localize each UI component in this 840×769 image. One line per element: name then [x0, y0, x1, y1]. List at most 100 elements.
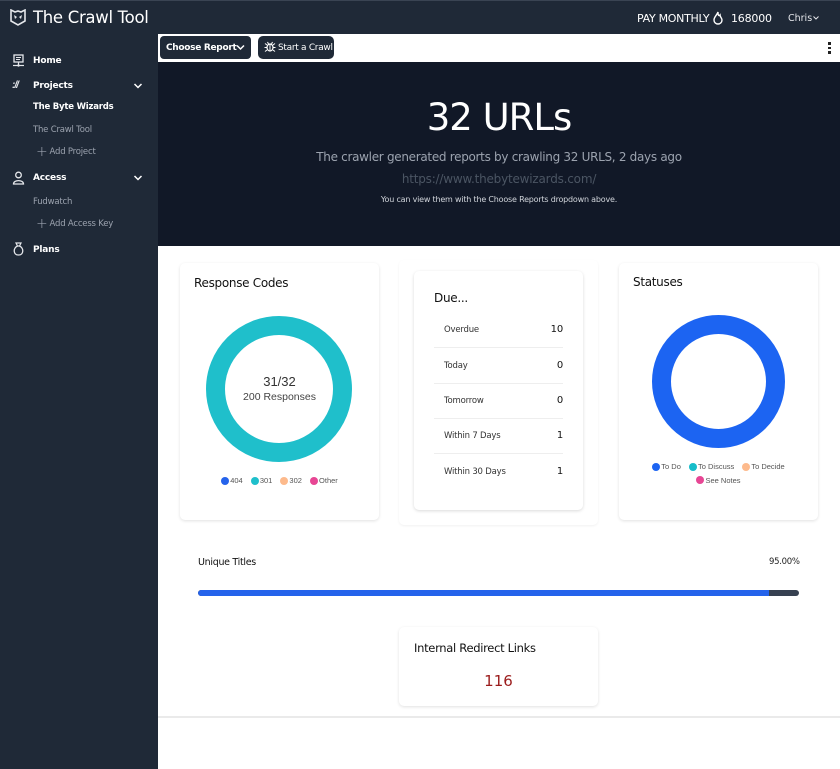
crawl-summary-hero: 32 URLs The crawler generated reports by…: [158, 62, 840, 246]
url-count-title: 32 URLs: [426, 96, 573, 139]
bug-icon: [264, 41, 276, 52]
unique-titles-percent: 95.00%: [769, 557, 800, 567]
crawl-summary-text: The crawler generated reports by crawlin…: [316, 150, 682, 164]
legend-dot: [250, 476, 259, 485]
due-value: 10: [550, 324, 564, 335]
sidebar-item-home[interactable]: Home: [0, 51, 158, 71]
monitor-network-icon: [13, 54, 24, 67]
response-codes-legend: 404 301 302 Other: [180, 476, 379, 487]
due-value: 1: [556, 430, 563, 441]
due-card: Due... Overdue 10 Today 0 Tomorrow 0 Within…: [414, 271, 583, 510]
internal-redirects-count[interactable]: 116: [399, 672, 598, 690]
chevron-down-icon: [236, 44, 245, 51]
response-codes-card: Response Codes 31/32 200 Responses 404 3…: [180, 263, 379, 520]
top-bar: The Crawl Tool PAY MONTHLY 168000 Chris: [0, 0, 840, 34]
legend-item[interactable]: Other: [310, 476, 338, 485]
sidebar-access-fudwatch[interactable]: Fudwatch: [33, 197, 72, 207]
sidebar-item-label: Access: [33, 173, 67, 183]
due-row: Today 0: [434, 349, 563, 384]
choose-report-label: Choose Report: [166, 42, 237, 53]
card-title: Due...: [434, 291, 468, 305]
start-crawl-label: Start a Crawl: [278, 42, 333, 53]
start-crawl-button[interactable]: Start a Crawl: [258, 36, 334, 59]
legend-dot: [310, 476, 319, 485]
sidebar-project-the-byte-wizards[interactable]: The Byte Wizards: [33, 102, 114, 112]
legend-item[interactable]: 302: [280, 476, 302, 485]
toolbar: Choose Report Start a Crawl: [158, 34, 840, 62]
legend-item[interactable]: See Notes: [696, 475, 741, 485]
legend-label: To Do: [661, 462, 681, 471]
response-codes-donut-chart: [206, 316, 352, 462]
add-access-key-button[interactable]: + Add Access Key: [36, 216, 114, 232]
due-label: Overdue: [444, 325, 479, 335]
legend-item[interactable]: 301: [250, 476, 273, 485]
user-menu[interactable]: Chris: [788, 13, 812, 24]
add-access-key-label: Add Access Key: [49, 219, 114, 229]
chevron-down-icon[interactable]: [133, 174, 143, 182]
card-title: Response Codes: [194, 276, 289, 290]
legend-dot: [688, 462, 697, 471]
unique-titles-progress-bar: [198, 590, 799, 596]
legend-label: See Notes: [705, 475, 741, 485]
legend-label: Other: [319, 476, 338, 485]
due-value: 0: [556, 395, 563, 406]
due-value: 0: [556, 360, 563, 371]
card-title: Statuses: [633, 275, 683, 289]
chevron-down-icon[interactable]: [133, 82, 143, 90]
user-icon: [12, 171, 25, 185]
due-row: Within 30 Days 1: [434, 455, 563, 490]
legend-dot: [652, 462, 661, 471]
add-project-label: Add Project: [49, 147, 96, 157]
legend-dot: [742, 462, 751, 471]
logo-icon: [10, 9, 26, 26]
legend-label: To Decide: [751, 462, 785, 471]
legend-item[interactable]: 404: [221, 476, 243, 485]
due-label: Within 30 Days: [444, 467, 506, 477]
sidebar: Home :// Projects The Byte Wizards The C…: [0, 34, 158, 769]
donut-center-label: 200 Responses: [243, 391, 316, 403]
legend-dot: [280, 476, 289, 485]
add-project-button[interactable]: + Add Project: [36, 145, 96, 159]
site-url-link[interactable]: https://www.thebytewizards.com/: [158, 172, 840, 186]
sidebar-item-plans[interactable]: Plans: [0, 240, 158, 260]
url-slashes-icon: ://: [12, 80, 19, 91]
legend-item[interactable]: To Do: [652, 462, 681, 471]
statuses-legend: To Do To Discuss To Decide See Notes: [619, 462, 818, 486]
statuses-card: Statuses To Do To Discuss To Decide See …: [619, 263, 818, 520]
legend-dot: [696, 476, 705, 484]
legend-label: 404: [230, 476, 243, 485]
internal-redirects-card: Internal Redirect Links 116: [399, 627, 598, 706]
plus-icon: +: [36, 216, 48, 232]
credits-count: 168000: [731, 12, 772, 25]
chevron-down-icon[interactable]: [812, 14, 820, 22]
more-options-icon[interactable]: [828, 42, 832, 55]
flame-icon: [713, 11, 723, 25]
due-row: Within 7 Days 1: [434, 419, 563, 454]
legend-label: To Discuss: [697, 462, 735, 471]
legend-item[interactable]: To Decide: [742, 462, 785, 471]
sidebar-item-label: Home: [33, 56, 62, 66]
sidebar-item-projects[interactable]: :// Projects: [0, 76, 158, 96]
donut-slice-to-do[interactable]: [652, 315, 785, 448]
donut-slice-301[interactable]: [206, 316, 352, 462]
sidebar-project-the-crawl-tool[interactable]: The Crawl Tool: [33, 125, 92, 135]
due-row: Tomorrow 0: [434, 384, 563, 419]
legend-dot: [221, 476, 230, 485]
statuses-donut-chart: [652, 315, 785, 448]
donut-center-count: 31/32: [263, 374, 296, 389]
legend-label: 302: [289, 476, 302, 485]
due-label: Within 7 Days: [444, 431, 501, 441]
due-label: Today: [444, 361, 468, 371]
sidebar-item-access[interactable]: Access: [0, 168, 158, 188]
choose-report-dropdown[interactable]: Choose Report: [160, 36, 251, 59]
sidebar-item-label: Plans: [33, 245, 60, 255]
app-title[interactable]: The Crawl Tool: [33, 8, 149, 27]
unique-titles-label: Unique Titles: [198, 557, 256, 568]
plan-label: PAY MONTHLY: [637, 12, 710, 25]
due-value: 1: [556, 466, 563, 477]
reports-hint: You can view them with the Choose Report…: [380, 195, 618, 204]
legend-label: 301: [259, 476, 273, 485]
card-title: Internal Redirect Links: [414, 641, 536, 655]
legend-item[interactable]: To Discuss: [688, 462, 735, 471]
section-divider: [158, 716, 840, 718]
